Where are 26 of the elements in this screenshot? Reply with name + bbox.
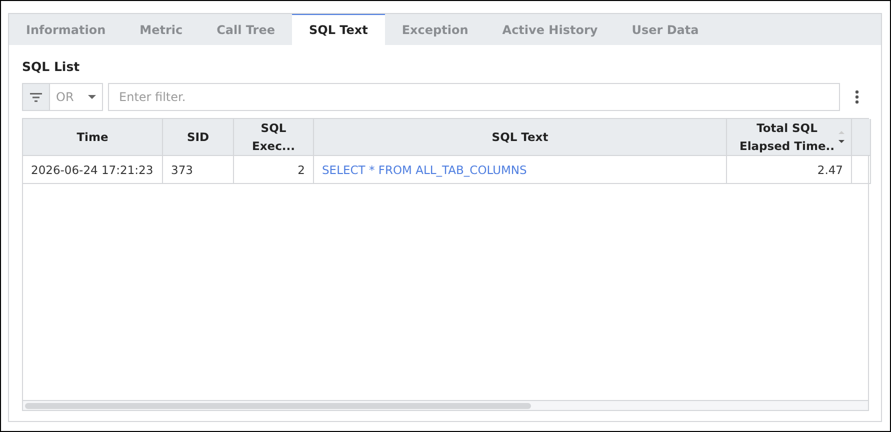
caret-icon	[88, 95, 96, 99]
table-cell: 373	[163, 156, 234, 184]
tab[interactable]: Information	[9, 14, 123, 45]
tab[interactable]: Metric	[122, 14, 200, 45]
table-cell: 2.47	[727, 156, 852, 184]
tab[interactable]: Exception	[384, 14, 486, 45]
scrollbar[interactable]	[23, 400, 868, 410]
more-icon	[855, 90, 859, 104]
column-header[interactable]: Time	[23, 119, 163, 156]
column-header[interactable]: SID	[163, 119, 234, 156]
tab[interactable]: Active History	[485, 14, 615, 45]
column-header[interactable]: SQL Text	[314, 119, 727, 156]
tab[interactable]: User Data	[614, 14, 716, 45]
tab[interactable]: Call Tree	[200, 14, 292, 45]
filter-button[interactable]	[23, 84, 50, 110]
scroll-thumb[interactable]	[25, 402, 531, 408]
tab[interactable]: SQL Text	[292, 14, 385, 45]
column-header[interactable]: SQL Exec...	[234, 119, 314, 156]
filter-input[interactable]: Enter filter.	[108, 83, 840, 111]
filter-icon	[30, 92, 42, 102]
column-header[interactable]: Total SQL Elapsed Time..	[727, 119, 852, 156]
section-title: SQL List	[22, 59, 81, 74]
sort-icon[interactable]	[838, 130, 845, 144]
table-cell: 2	[234, 156, 314, 184]
sql-link[interactable]: SELECT * FROM ALL_TAB_COLUMNS	[314, 156, 727, 184]
table-cell: 2026-06-24 17:21:23	[23, 156, 163, 184]
